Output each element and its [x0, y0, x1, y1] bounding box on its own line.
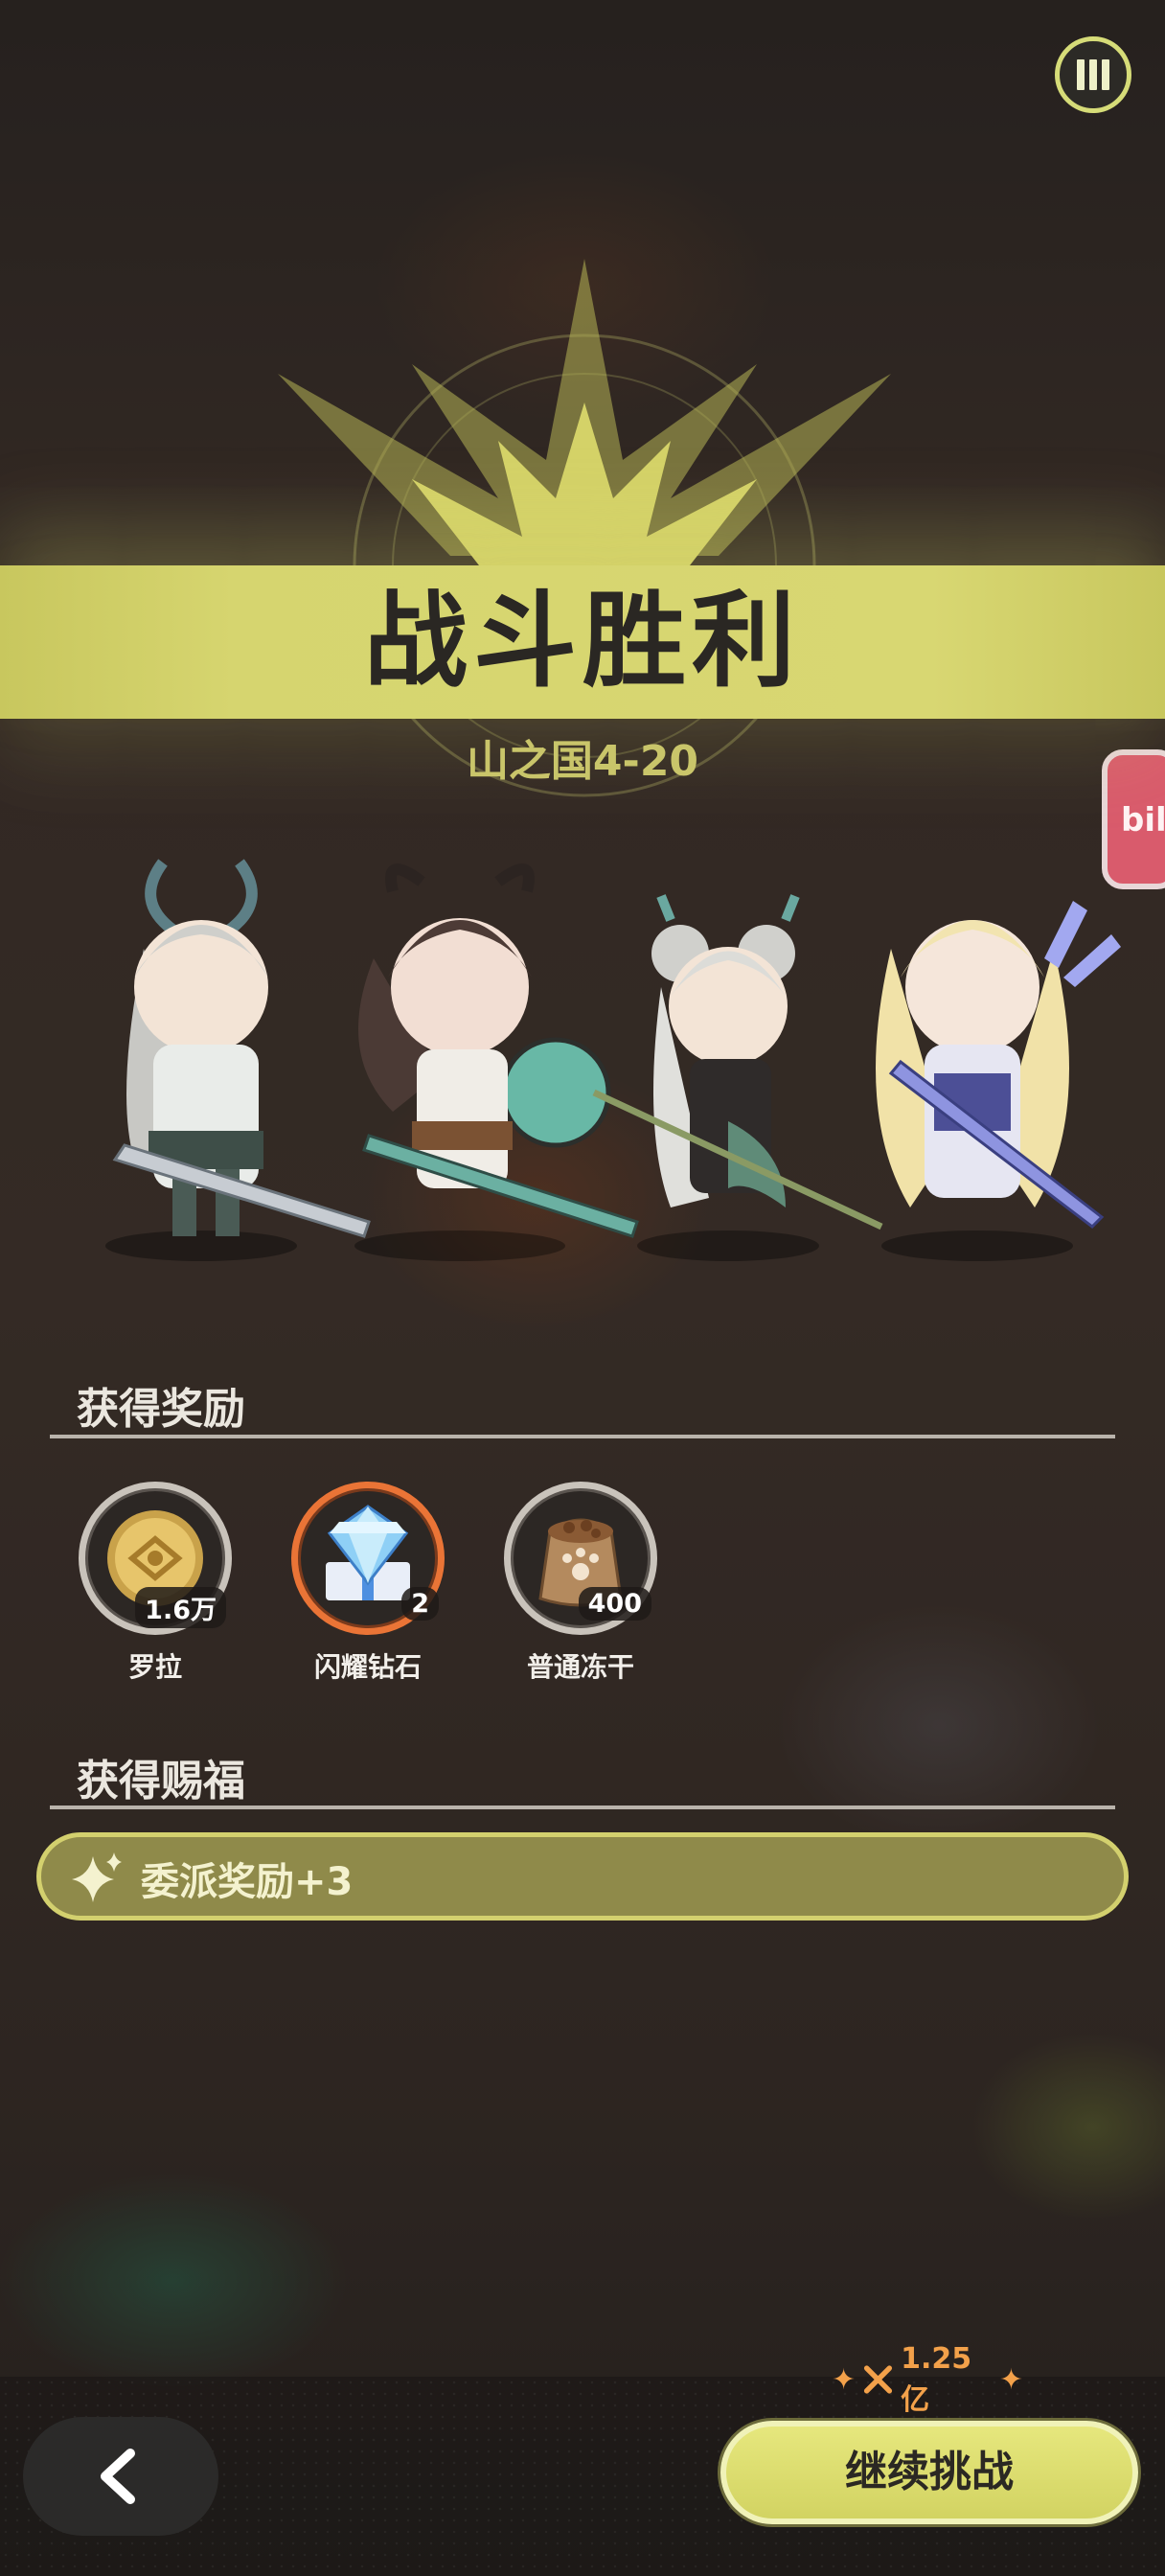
page-title: 战斗胜利 [363, 582, 801, 702]
blessing-item[interactable]: 委派奖励+3 [36, 1832, 1129, 1920]
menu-button[interactable] [1055, 36, 1131, 113]
sparkle-icon [72, 1852, 122, 1902]
reward-count: 2 [401, 1587, 439, 1621]
hero-4 [876, 901, 1121, 1261]
crossed-swords-icon [864, 2365, 893, 2394]
reward-name: 罗拉 [127, 1651, 182, 1683]
side-tab-label: bil [1121, 801, 1165, 840]
power-value: 1.25亿 [901, 2341, 972, 2417]
continue-challenge-button[interactable]: 继续挑战 [720, 2421, 1138, 2524]
power-indicator: ✦ 1.25亿 ✦ [832, 2342, 1023, 2417]
reward-count: 400 [578, 1587, 651, 1621]
back-button[interactable] [23, 2417, 218, 2536]
blessings-title: 获得赐福 [77, 1757, 245, 1806]
rewards-title: 获得奖励 [77, 1385, 245, 1434]
books-icon [1077, 59, 1109, 90]
rewards-divider [50, 1435, 1115, 1438]
reward-count: 1.6万 [135, 1587, 226, 1628]
hero-3 [592, 894, 883, 1261]
blessings-divider [50, 1806, 1115, 1809]
reward-name: 普通冻干 [526, 1651, 634, 1683]
hero-2 [354, 863, 639, 1261]
blessing-text: 委派奖励+3 [141, 1860, 354, 1904]
hero-1 [105, 859, 371, 1261]
reward-name: 闪耀钻石 [313, 1651, 422, 1683]
stage-label: 山之国4-20 [466, 737, 699, 786]
chevron-left-icon [101, 2449, 135, 2504]
hero-party [105, 859, 1121, 1261]
sparkle-right-icon: ✦ [998, 2362, 1023, 2397]
sparkle-left-icon: ✦ [832, 2362, 857, 2397]
